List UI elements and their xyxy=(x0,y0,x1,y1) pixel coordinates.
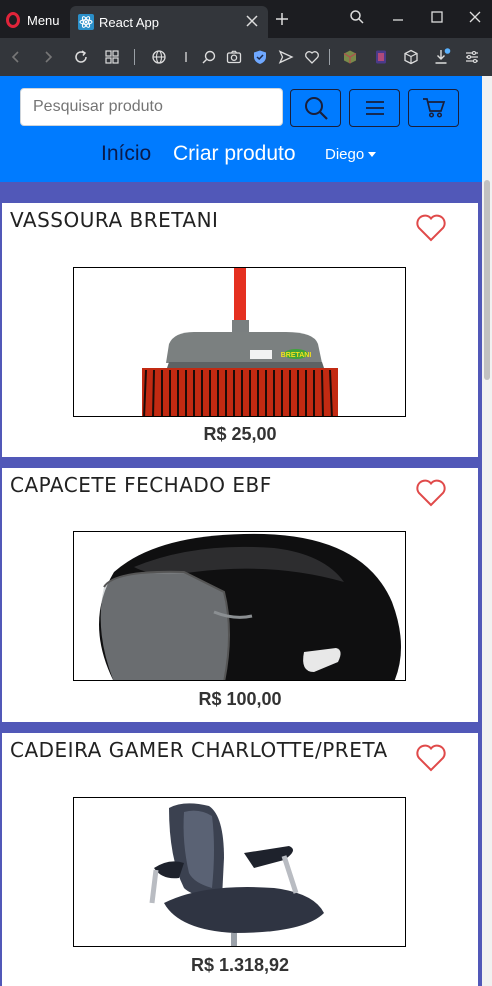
user-name: Diego xyxy=(325,146,365,163)
extension-shield-icon[interactable] xyxy=(371,47,391,67)
vpn-shield-icon[interactable] xyxy=(250,47,270,67)
opera-logo-icon xyxy=(6,12,20,28)
search-button[interactable] xyxy=(290,89,341,127)
opera-menu-button[interactable]: Menu xyxy=(6,8,60,32)
reload-icon[interactable] xyxy=(71,47,91,67)
minimize-icon[interactable] xyxy=(387,7,409,27)
nav-link-home[interactable]: Início xyxy=(101,142,151,166)
product-price: R$ 25,00 xyxy=(203,424,277,444)
product-price: R$ 100,00 xyxy=(198,689,282,709)
caret-down-icon xyxy=(368,152,377,157)
browser-tab[interactable]: React App xyxy=(70,6,268,38)
nav-link-create-product[interactable]: Criar produto xyxy=(173,142,296,166)
broom-brand-label: BRETANI xyxy=(281,352,312,359)
browser-toolbar xyxy=(0,38,492,76)
download-icon[interactable] xyxy=(432,47,452,67)
product-name: CAPACETE FECHADO EBF xyxy=(10,473,272,497)
menu-label: Menu xyxy=(27,12,60,28)
back-icon[interactable] xyxy=(6,47,26,67)
address-caret-icon[interactable] xyxy=(176,47,196,67)
new-tab-icon[interactable] xyxy=(274,11,290,27)
favorite-heart-icon[interactable] xyxy=(415,478,447,508)
user-dropdown[interactable]: Diego xyxy=(325,146,377,163)
product-image-broom[interactable]: BRETANI xyxy=(73,267,406,417)
maximize-icon[interactable] xyxy=(426,7,448,27)
tab-close-icon[interactable] xyxy=(244,13,260,29)
toolbar-divider xyxy=(134,49,135,65)
menu-toggle-button[interactable] xyxy=(349,89,400,127)
search-input[interactable] xyxy=(20,88,283,126)
product-image-chair[interactable] xyxy=(73,797,406,947)
forward-icon[interactable] xyxy=(38,47,58,67)
navbar: Início Criar produto Diego xyxy=(0,76,482,182)
hamburger-icon xyxy=(365,101,384,115)
toolbar-divider xyxy=(329,49,330,65)
search-icon xyxy=(304,97,328,120)
product-card[interactable]: VASSOURA BRETANI BRETANI R$ 25,00 xyxy=(2,203,478,457)
send-icon[interactable] xyxy=(276,47,296,67)
tab-title: React App xyxy=(99,14,159,30)
scrollbar-thumb[interactable] xyxy=(484,180,490,380)
globe-icon[interactable] xyxy=(149,47,169,67)
search-tabs-icon[interactable] xyxy=(346,7,368,27)
product-image-helmet[interactable] xyxy=(73,531,406,681)
extensions-box-icon[interactable] xyxy=(401,47,421,67)
product-card[interactable]: CAPACETE FECHADO EBF R$ 100,00 xyxy=(2,468,478,722)
product-name: VASSOURA BRETANI xyxy=(10,208,219,232)
bookmark-heart-icon[interactable] xyxy=(302,47,322,67)
browser-titlebar: Menu React App xyxy=(0,0,492,38)
easy-setup-icon[interactable] xyxy=(462,47,482,67)
product-price: R$ 1.318,92 xyxy=(190,955,290,975)
product-name: CADEIRA GAMER CHARLOTTE/PRETA xyxy=(10,738,388,762)
favorite-heart-icon[interactable] xyxy=(415,743,447,773)
cart-button[interactable] xyxy=(408,89,459,127)
camera-icon[interactable] xyxy=(224,47,244,67)
speed-dial-icon[interactable] xyxy=(102,47,122,67)
page-content: Início Criar produto Diego VASSOURA BRET… xyxy=(0,76,482,986)
product-card[interactable]: CADEIRA GAMER CHARLOTTE/PRETA R$ 1.318,9… xyxy=(2,733,478,986)
zoom-icon[interactable] xyxy=(199,47,219,67)
close-window-icon[interactable] xyxy=(464,7,486,27)
cart-icon xyxy=(422,98,445,118)
favorite-heart-icon[interactable] xyxy=(415,213,447,243)
react-favicon-icon xyxy=(78,14,94,30)
extension-cube-icon[interactable] xyxy=(340,47,360,67)
